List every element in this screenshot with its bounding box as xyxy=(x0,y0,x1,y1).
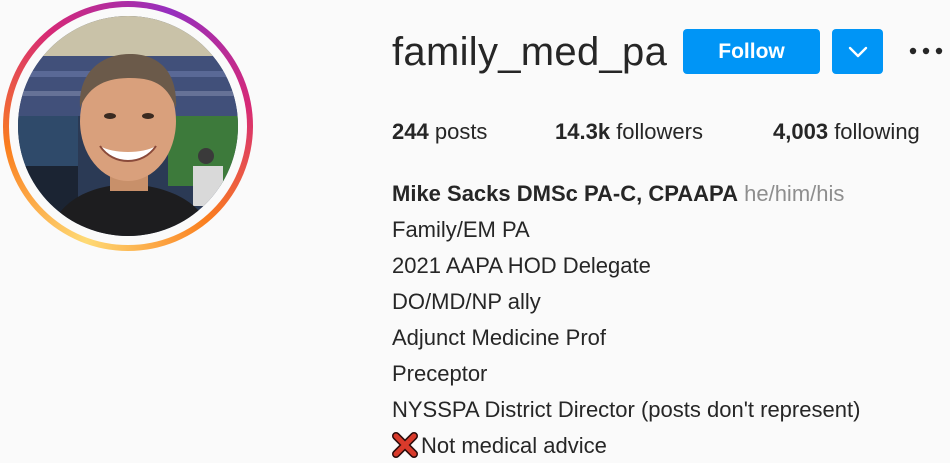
followers-number: 14.3k xyxy=(555,119,611,144)
following-number: 4,003 xyxy=(773,119,829,144)
posts-count: 244 posts xyxy=(392,116,487,148)
bio-line: DO/MD/NP ally xyxy=(392,289,541,314)
bio-line: NYSSPA District Director (posts don't re… xyxy=(392,397,861,422)
cross-mark-icon xyxy=(392,432,418,458)
more-options-button[interactable] xyxy=(906,36,946,66)
profile-bio: Mike Sacks DMSc PA-C, CPAAPA he/him/his … xyxy=(392,176,948,463)
chevron-down-icon xyxy=(848,46,867,57)
suggested-accounts-dropdown-button[interactable] xyxy=(832,29,883,74)
following-link[interactable]: 4,003 following xyxy=(773,116,920,148)
bio-line: 2021 AAPA HOD Delegate xyxy=(392,253,651,278)
bio-name-line: Mike Sacks DMSc PA-C, CPAAPA he/him/his xyxy=(392,176,948,212)
pronouns: he/him/his xyxy=(744,181,845,206)
full-name: Mike Sacks DMSc PA-C, CPAAPA xyxy=(392,181,738,206)
profile-page: family_med_pa Follow 244 posts 14.3k fol… xyxy=(0,0,950,463)
bio-line: Family/EM PA xyxy=(392,217,530,242)
posts-label: posts xyxy=(434,119,488,144)
followers-link[interactable]: 14.3k followers xyxy=(555,116,703,148)
follow-button[interactable]: Follow xyxy=(683,29,820,74)
followers-label: followers xyxy=(616,119,703,144)
avatar-photo-image xyxy=(18,16,238,236)
bio-line: Adjunct Medicine Prof xyxy=(392,325,606,350)
avatar[interactable] xyxy=(18,16,238,236)
posts-number: 244 xyxy=(392,119,429,144)
avatar-story-ring[interactable] xyxy=(3,1,253,251)
avatar-ring-gap xyxy=(9,7,247,245)
more-options-icon xyxy=(909,47,943,55)
bio-line-disclaimer: Not medical advice xyxy=(392,428,948,463)
username: family_med_pa xyxy=(392,30,668,74)
bio-line: Preceptor xyxy=(392,361,488,386)
disclaimer-text: Not medical advice xyxy=(421,433,607,458)
following-label: following xyxy=(834,119,920,144)
